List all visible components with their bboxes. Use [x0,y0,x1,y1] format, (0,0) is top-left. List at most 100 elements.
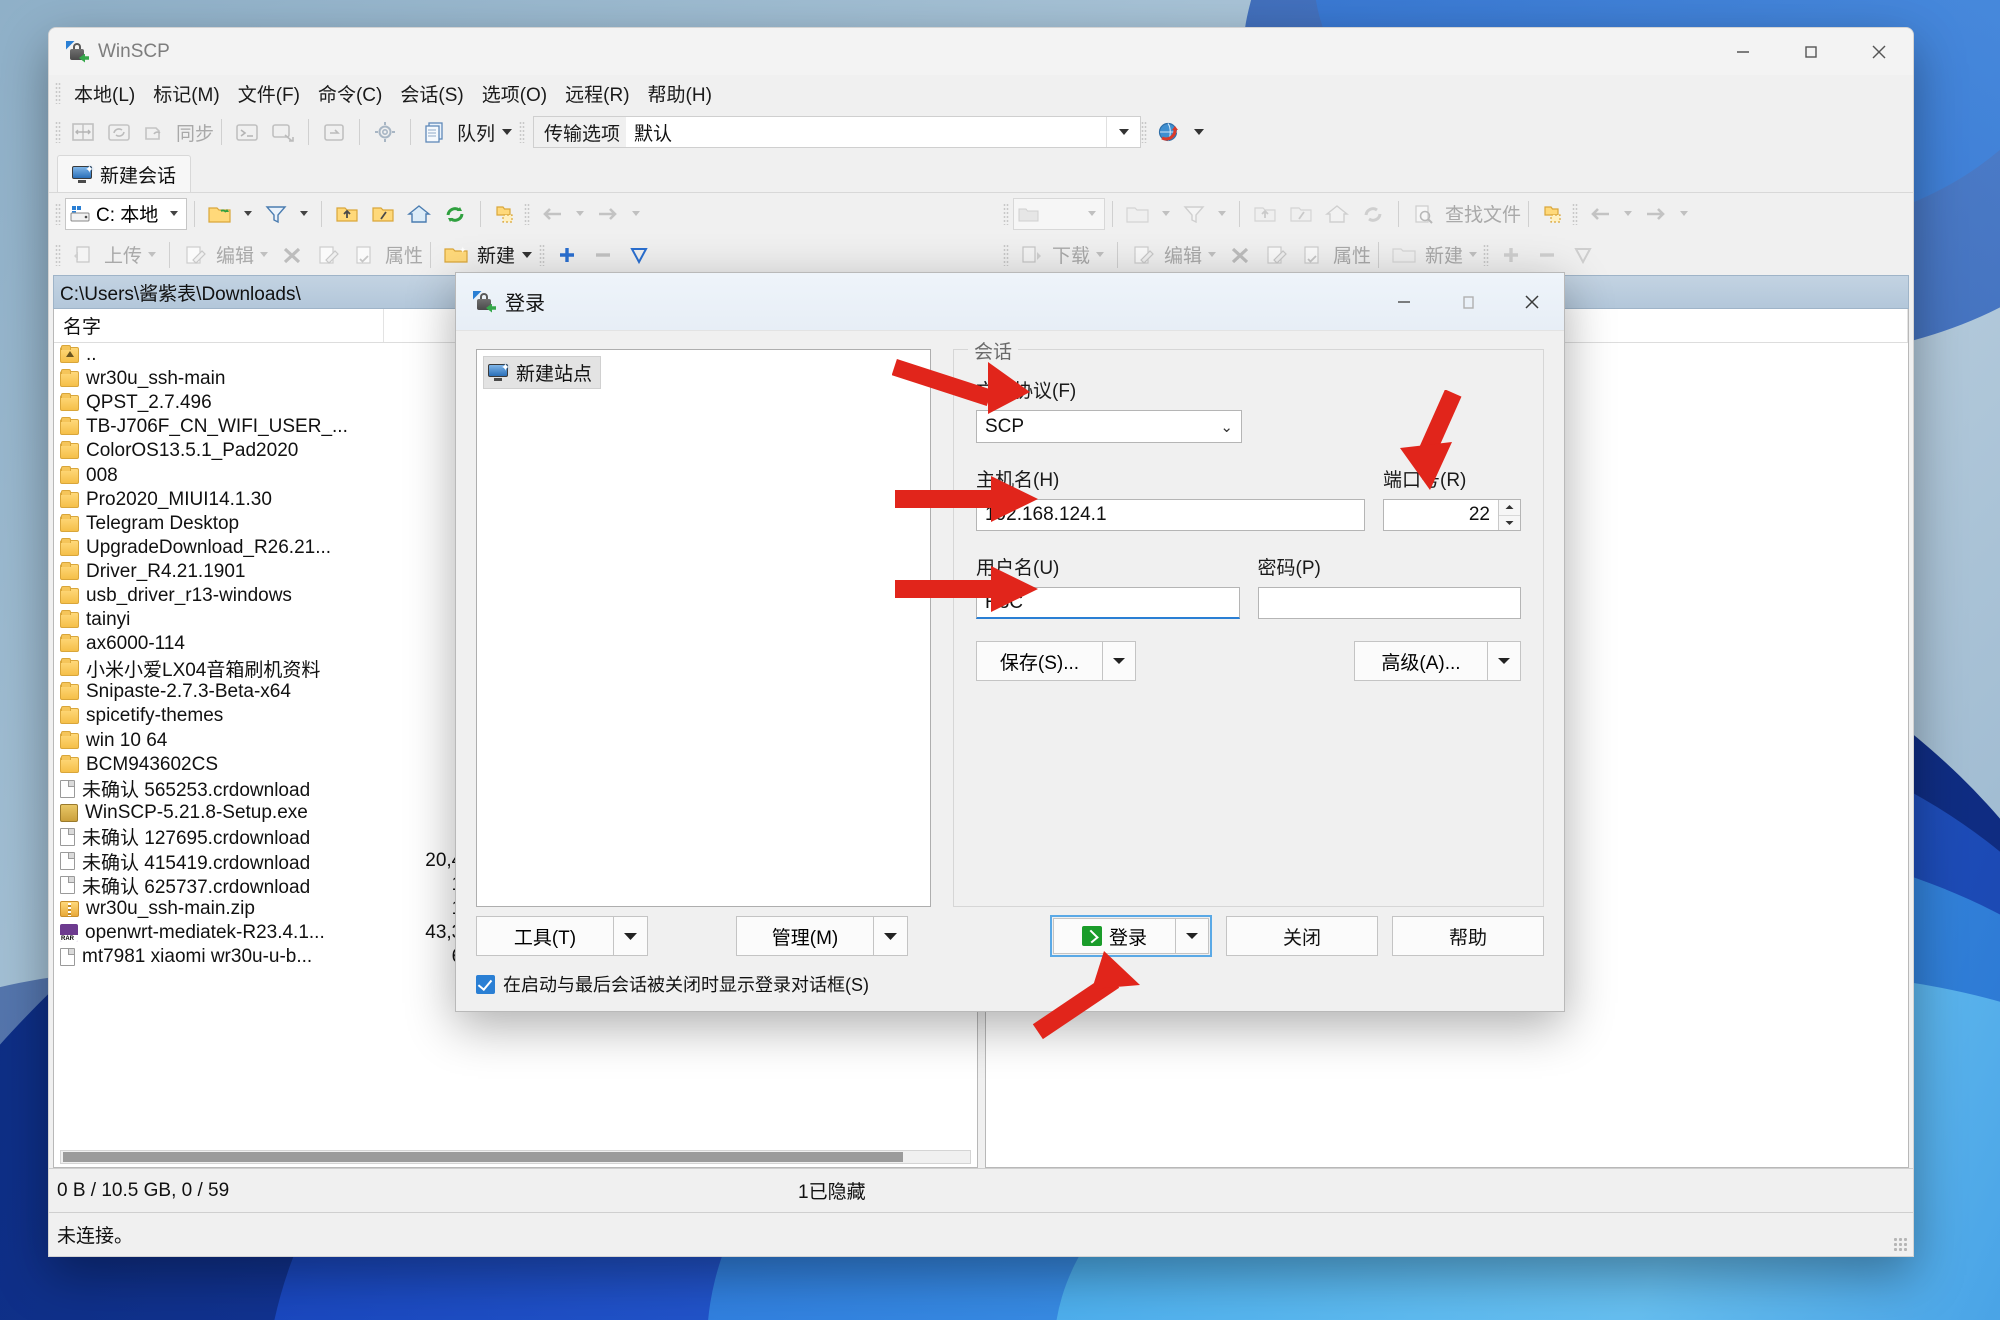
remote-select-invert-icon[interactable] [1567,239,1599,271]
remote-forward-caret[interactable] [1680,211,1689,216]
save-session-button[interactable]: 保存(S)... [976,641,1136,681]
close-dialog-button[interactable]: 关闭 [1226,916,1378,956]
maximize-button[interactable] [1777,28,1845,75]
local-properties-label[interactable]: 属性 [385,241,423,268]
open-terminal-icon[interactable] [231,116,263,148]
site-list[interactable]: ✦ 新建站点 [476,349,931,907]
port-input[interactable]: 22 [1383,499,1521,531]
remote-new-folder-icon[interactable] [1388,239,1420,271]
port-spinner[interactable] [1498,500,1520,530]
login-button[interactable]: 登录 [1050,915,1212,957]
local-edit-label[interactable]: 编辑 [216,241,254,268]
split-panes-icon[interactable] [67,116,99,148]
remote-open-directory-icon[interactable] [1122,198,1154,230]
local-upload-caret[interactable] [148,252,157,257]
remote-select-minus-icon[interactable] [1531,239,1563,271]
port-spinner-down[interactable] [1499,515,1520,530]
resize-grip[interactable] [1893,1237,1907,1251]
remote-edit-caret[interactable] [1208,252,1217,257]
remote-new-caret[interactable] [1469,252,1478,257]
dialog-close-button[interactable] [1500,273,1564,331]
transfer-settings-globe-icon[interactable] [1153,116,1185,148]
remote-properties-label[interactable]: 属性 [1333,241,1371,268]
remote-find-files-label[interactable]: 查找文件 [1445,200,1521,227]
remote-delete-icon[interactable] [1224,239,1256,271]
remote-download-icon[interactable] [1015,239,1047,271]
remote-home-directory-icon[interactable] [1321,198,1353,230]
open-session-in-putty-icon[interactable] [267,116,299,148]
remote-properties-file-icon[interactable] [1296,239,1328,271]
local-back-icon[interactable] [536,198,568,230]
local-upload-label[interactable]: 上传 [104,241,142,268]
manage-caret[interactable] [874,916,908,956]
file-protocol-select[interactable]: SCP ⌄ [976,410,1242,443]
dialog-minimize-button[interactable] [1372,273,1436,331]
tools-button[interactable]: 工具(T) [476,916,648,956]
manage-button[interactable]: 管理(M) [736,916,908,956]
remote-edit-icon[interactable] [1127,239,1159,271]
username-input[interactable]: H3C [976,587,1240,619]
queue-dropdown-caret[interactable] [502,129,513,135]
local-properties-file-icon[interactable] [348,239,380,271]
remote-download-label[interactable]: 下载 [1052,241,1090,268]
login-caret[interactable] [1175,918,1209,954]
local-root-directory-icon[interactable] [367,198,399,230]
local-delete-icon[interactable] [276,239,308,271]
show-login-dialog-checkbox[interactable] [476,974,495,994]
local-rename-icon[interactable] [312,239,344,271]
menu-item-mark[interactable]: 标记(M) [144,77,228,110]
local-filter-icon[interactable] [260,198,292,230]
remote-filter-icon[interactable] [1178,198,1210,230]
menu-item-command[interactable]: 命令(C) [309,77,391,110]
local-select-minus-icon[interactable] [587,239,619,271]
hostname-input[interactable]: 192.168.124.1 [976,499,1365,531]
local-home-directory-icon[interactable] [403,198,435,230]
remote-rename-icon[interactable] [1260,239,1292,271]
remote-new-label[interactable]: 新建 [1425,241,1463,268]
remote-forward-icon[interactable] [1640,198,1672,230]
transfer-settings-caret[interactable] [1194,129,1205,135]
remote-refresh-icon[interactable] [1357,198,1389,230]
refresh-icon[interactable] [318,116,350,148]
tab-new-session[interactable]: ✦ 新建会话 [57,155,192,192]
queue-label[interactable]: 队列 [457,119,495,146]
remote-select-plus-icon[interactable] [1495,239,1527,271]
advanced-button[interactable]: 高级(A)... [1354,641,1521,681]
menu-item-options[interactable]: 选项(O) [473,77,556,110]
remote-open-dir-caret[interactable] [1162,211,1170,216]
local-open-directory-icon[interactable] [204,198,236,230]
synchronize-browsing-icon[interactable] [103,116,135,148]
password-input[interactable] [1257,587,1521,619]
minimize-button[interactable] [1709,28,1777,75]
tools-caret[interactable] [614,916,648,956]
local-forward-icon[interactable] [592,198,624,230]
advanced-caret[interactable] [1487,641,1521,681]
transfer-options-combo[interactable]: 传输选项 默认 [533,116,1142,148]
local-select-invert-icon[interactable] [623,239,655,271]
dialog-maximize-button[interactable] [1436,273,1500,331]
menu-item-help[interactable]: 帮助(H) [639,77,721,110]
local-new-caret[interactable] [522,251,533,258]
local-parent-directory-icon[interactable] [331,198,363,230]
local-back-caret[interactable] [576,211,585,216]
column-header-name[interactable]: 名字 [54,309,384,342]
menu-item-local[interactable]: 本地(L) [65,77,144,110]
local-refresh-icon[interactable] [439,198,471,230]
local-open-dir-caret[interactable] [244,211,253,216]
local-upload-icon[interactable] [67,239,99,271]
remote-drive-combo[interactable] [1013,197,1105,230]
local-forward-caret[interactable] [632,211,641,216]
sync-label[interactable]: 同步 [176,119,214,146]
close-button[interactable] [1845,28,1913,75]
menu-item-file[interactable]: 文件(F) [229,77,309,110]
local-edit-caret[interactable] [260,252,269,257]
port-spinner-up[interactable] [1499,500,1520,516]
remote-filter-caret[interactable] [1218,211,1226,216]
menu-item-session[interactable]: 会话(S) [391,77,472,110]
remote-find-files-icon[interactable] [1408,198,1440,230]
help-button[interactable]: 帮助 [1392,916,1544,956]
local-filter-caret[interactable] [300,211,309,216]
remote-back-caret[interactable] [1624,211,1633,216]
remote-download-caret[interactable] [1096,252,1105,257]
local-new-folder-icon[interactable]: ✦ [440,239,472,271]
